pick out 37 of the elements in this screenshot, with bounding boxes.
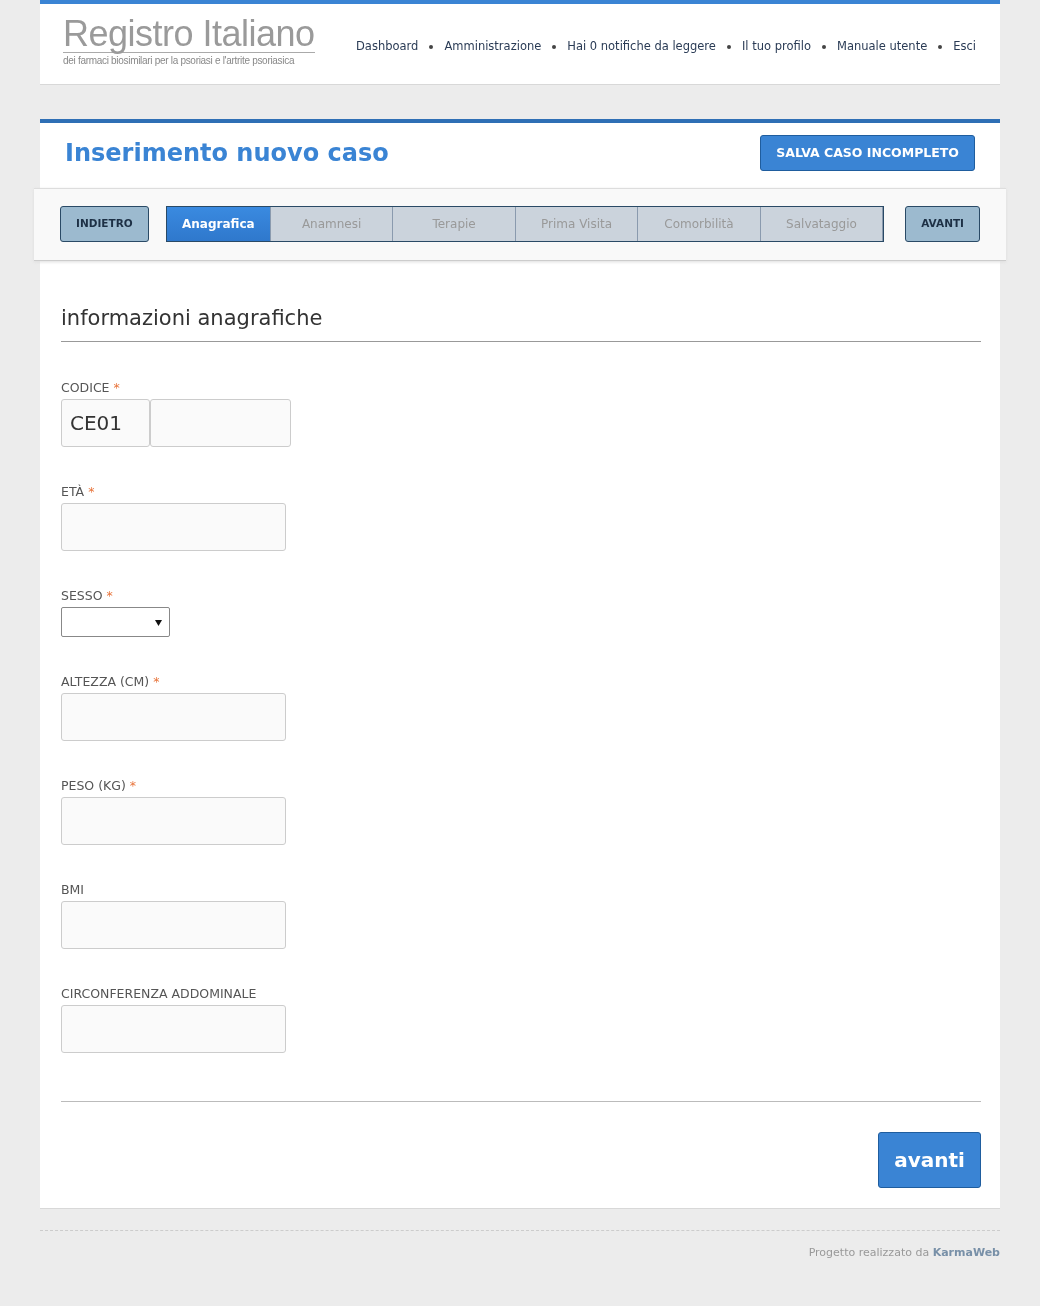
nav-link[interactable]: Il tuo profilo bbox=[741, 38, 811, 56]
nav-link[interactable]: Dashboard bbox=[356, 38, 419, 56]
input-field[interactable] bbox=[61, 797, 286, 845]
input-field[interactable] bbox=[150, 399, 291, 447]
select-field[interactable] bbox=[61, 607, 170, 637]
section-title: informazioni anagrafiche bbox=[61, 305, 981, 342]
wizard-step-tab[interactable]: Anagrafica bbox=[166, 207, 271, 241]
required-asterisk: * bbox=[153, 674, 160, 689]
field-label: SESSO bbox=[61, 588, 103, 603]
input-field[interactable] bbox=[61, 503, 286, 551]
field-label: ETÀ bbox=[61, 484, 85, 499]
field-label: ALTEZZA (CM) bbox=[61, 674, 150, 689]
nav-link[interactable]: Hai 0 notifiche da leggere bbox=[567, 38, 716, 56]
required-asterisk: * bbox=[129, 778, 137, 793]
field-label: PESO (KG) bbox=[61, 778, 126, 793]
input-field[interactable] bbox=[61, 901, 286, 949]
nav-link[interactable]: Amministrazione bbox=[444, 38, 542, 56]
submit-button[interactable]: avanti bbox=[878, 1132, 981, 1188]
input-field[interactable] bbox=[61, 693, 286, 741]
logo-title: Registro Italiano bbox=[63, 16, 315, 53]
footer-credit: Progetto realizzato da KarmaWeb bbox=[808, 1246, 1000, 1259]
save-incomplete-button[interactable]: SALVA CASO INCOMPLETO bbox=[760, 135, 975, 171]
nav-link[interactable]: Manuale utente bbox=[836, 38, 928, 56]
required-asterisk: * bbox=[106, 588, 113, 603]
logo-subtitle: dei farmaci biosimilari per la psoriasi e l'artrite psoriasica bbox=[63, 54, 296, 68]
next-button[interactable]: AVANTI bbox=[905, 206, 980, 242]
page-title: Inserimento nuovo caso bbox=[65, 138, 389, 169]
field-label: BMI bbox=[61, 882, 86, 897]
input-field[interactable]: CE01 bbox=[61, 399, 150, 447]
caret-icon bbox=[155, 619, 162, 626]
back-button[interactable]: INDIETRO bbox=[60, 206, 149, 242]
input-field[interactable] bbox=[61, 1005, 286, 1053]
required-asterisk: * bbox=[113, 380, 120, 395]
field-label: CODICE bbox=[61, 380, 110, 395]
field-label: CIRCONFERENZA ADDOMINALE bbox=[61, 986, 258, 1001]
required-asterisk: * bbox=[88, 484, 95, 499]
nav-link[interactable]: Esci bbox=[953, 38, 976, 56]
